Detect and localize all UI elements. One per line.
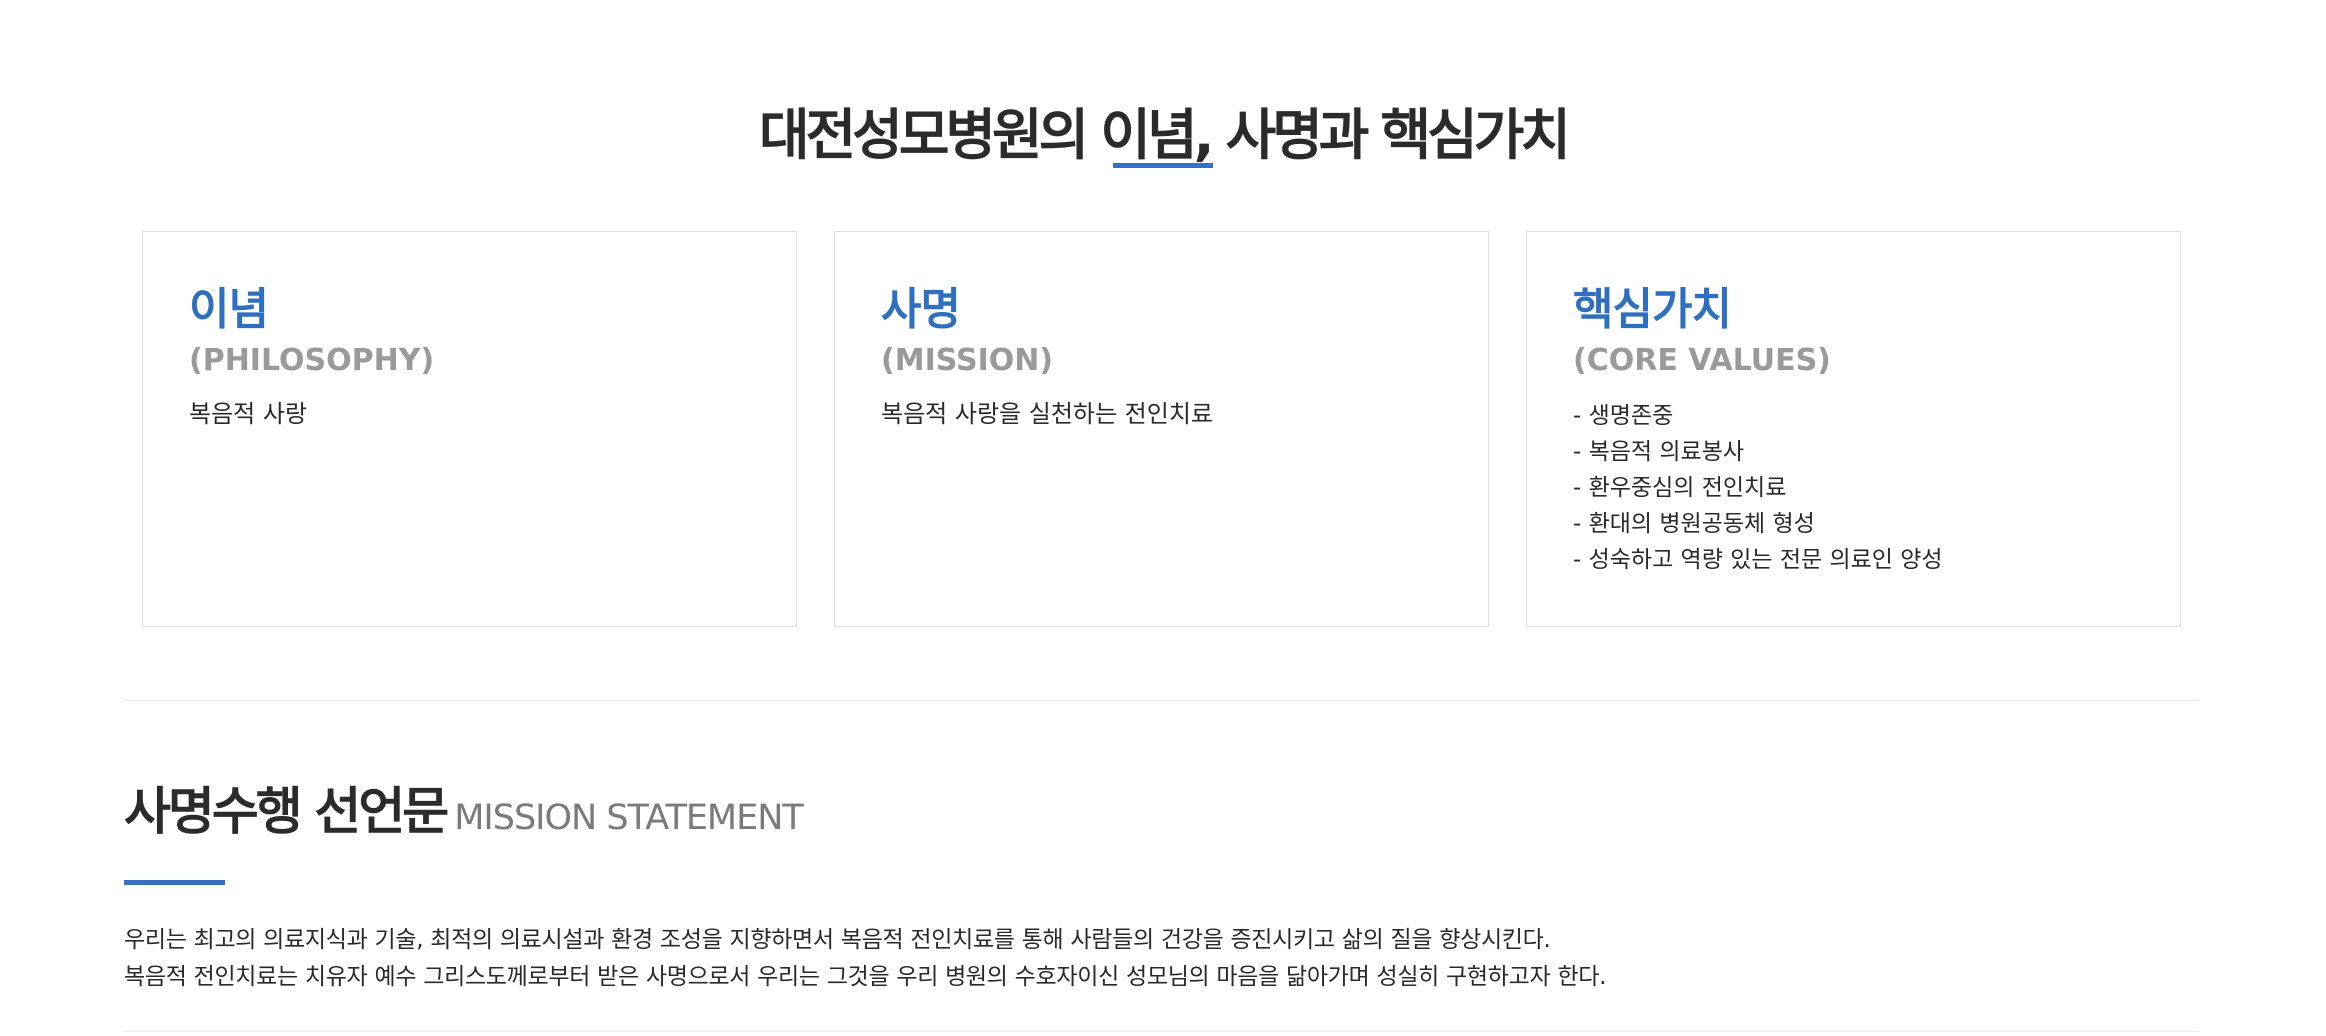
philosophy-heading: 이념 (189, 284, 269, 335)
statement-line: 우리는 최고의 의료지식과 기술, 최적의 의료시설과 환경 조성을 지향하면서… (124, 927, 1551, 953)
core-values-list: - 생명존중 - 복음적 의료봉사 - 환우중심의 전인치료 - 환대의 병원공… (1573, 398, 1943, 578)
mission-subtitle: (MISSION) (881, 343, 1054, 378)
core-values-subtitle: (CORE VALUES) (1573, 343, 1831, 378)
mission-statement-title-en: MISSION STATEMENT (454, 798, 804, 838)
statement-line: 복음적 전인치료는 치유자 예수 그리스도께로부터 받은 사명으로서 우리는 그… (124, 964, 1607, 990)
core-values-heading: 핵심가치 (1573, 284, 1732, 335)
core-value-item: - 복음적 의료봉사 (1573, 439, 1745, 465)
core-value-item: - 생명존중 (1573, 403, 1674, 429)
core-value-item: - 환대의 병원공동체 형성 (1573, 511, 1815, 537)
core-value-item: - 환우중심의 전인치료 (1573, 475, 1787, 501)
core-values-card: 핵심가치 (CORE VALUES) - 생명존중 - 복음적 의료봉사 - 환… (1526, 231, 2181, 627)
philosophy-card: 이념 (PHILOSOPHY) 복음적 사랑 (142, 231, 797, 627)
mission-statement-text: 우리는 최고의 의료지식과 기술, 최적의 의료시설과 환경 조성을 지향하면서… (124, 922, 1606, 996)
mission-heading: 사명 (881, 284, 961, 335)
section-underline (124, 880, 225, 885)
philosophy-subtitle: (PHILOSOPHY) (189, 343, 435, 378)
mission-statement-title: 사명수행 선언문 MISSION STATEMENT (124, 778, 804, 859)
mission-statement-title-ko: 사명수행 선언문 (124, 783, 449, 842)
philosophy-text: 복음적 사랑 (189, 400, 308, 428)
section-divider (124, 700, 2199, 701)
title-underline (1113, 163, 1213, 168)
core-value-item: - 성숙하고 역량 있는 전문 의료인 양성 (1573, 547, 1943, 573)
bottom-divider (124, 1031, 2199, 1032)
mission-card: 사명 (MISSION) 복음적 사랑을 실천하는 전인치료 (834, 231, 1489, 627)
mission-text: 복음적 사랑을 실천하는 전인치료 (881, 400, 1214, 428)
